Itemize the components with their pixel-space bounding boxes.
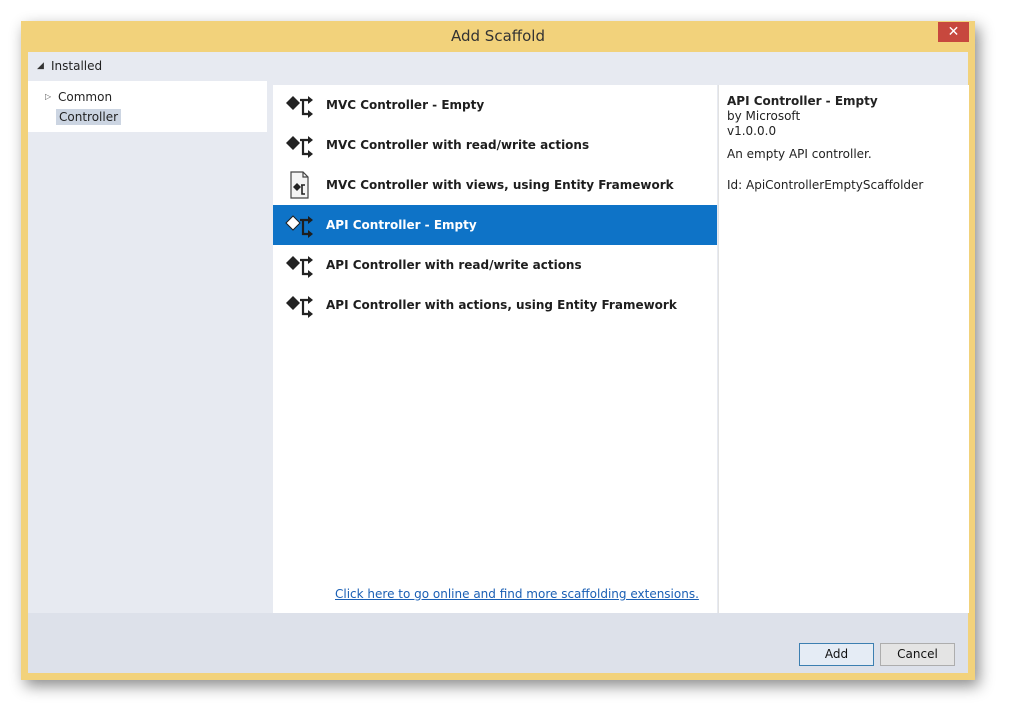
details-version: v1.0.0.0 [727, 124, 777, 138]
controller-icon [286, 96, 313, 118]
cancel-button[interactable]: Cancel [880, 643, 955, 666]
add-scaffold-dialog: Add Scaffold ✕ ◢ Installed ▷ Common Cont… [21, 21, 975, 680]
controller-icon [286, 256, 313, 278]
scaffold-label: API Controller - Empty [326, 218, 477, 232]
online-extensions-link[interactable]: Click here to go online and find more sc… [335, 587, 699, 601]
title-bar[interactable]: Add Scaffold ✕ [21, 21, 975, 52]
scaffold-item-selected[interactable]: API Controller - Empty [273, 205, 717, 245]
details-title: API Controller - Empty [727, 94, 878, 108]
controller-icon [285, 215, 313, 238]
tree-item-common[interactable]: Common [58, 90, 112, 104]
button-bar: Add Cancel [28, 613, 968, 673]
category-tree: ▷ Common Controller [28, 81, 267, 132]
document-controller-icon [290, 171, 309, 199]
details-author: by Microsoft [727, 109, 801, 123]
details-description: An empty API controller. [727, 147, 872, 161]
close-button[interactable]: ✕ [938, 22, 969, 42]
collapse-triangle-icon[interactable]: ◢ [37, 60, 44, 71]
close-icon: ✕ [947, 24, 960, 40]
details-id: Id: ApiControllerEmptyScaffolder [727, 178, 924, 192]
scaffold-item[interactable]: API Controller with actions, using Entit… [273, 285, 717, 325]
controller-icon [286, 136, 313, 158]
installed-header[interactable]: ◢ Installed [28, 52, 968, 79]
scaffold-label: MVC Controller with read/write actions [326, 138, 590, 152]
tree-item-controller[interactable]: Controller [56, 109, 122, 125]
scaffold-label: MVC Controller with views, using Entity … [326, 178, 674, 192]
scaffold-label: MVC Controller - Empty [326, 98, 485, 112]
scaffold-item[interactable]: MVC Controller with views, using Entity … [273, 165, 717, 205]
installed-label: Installed [51, 59, 103, 73]
dialog-body: ◢ Installed ▷ Common Controller MVC Cont… [28, 52, 969, 673]
expand-triangle-icon[interactable]: ▷ [45, 92, 51, 101]
details-panel: API Controller - Empty by Microsoft v1.0… [718, 85, 969, 613]
scaffold-label: API Controller with read/write actions [326, 258, 582, 272]
scaffold-item[interactable]: MVC Controller with read/write actions [273, 125, 717, 165]
scaffold-item[interactable]: MVC Controller - Empty [273, 85, 717, 125]
dialog-title: Add Scaffold [451, 27, 545, 45]
scaffold-label: API Controller with actions, using Entit… [326, 298, 677, 312]
add-button[interactable]: Add [799, 643, 874, 666]
controller-icon [286, 296, 313, 318]
scaffold-list: MVC Controller - Empty MVC Controller wi… [273, 85, 717, 613]
scaffold-item[interactable]: API Controller with read/write actions [273, 245, 717, 285]
